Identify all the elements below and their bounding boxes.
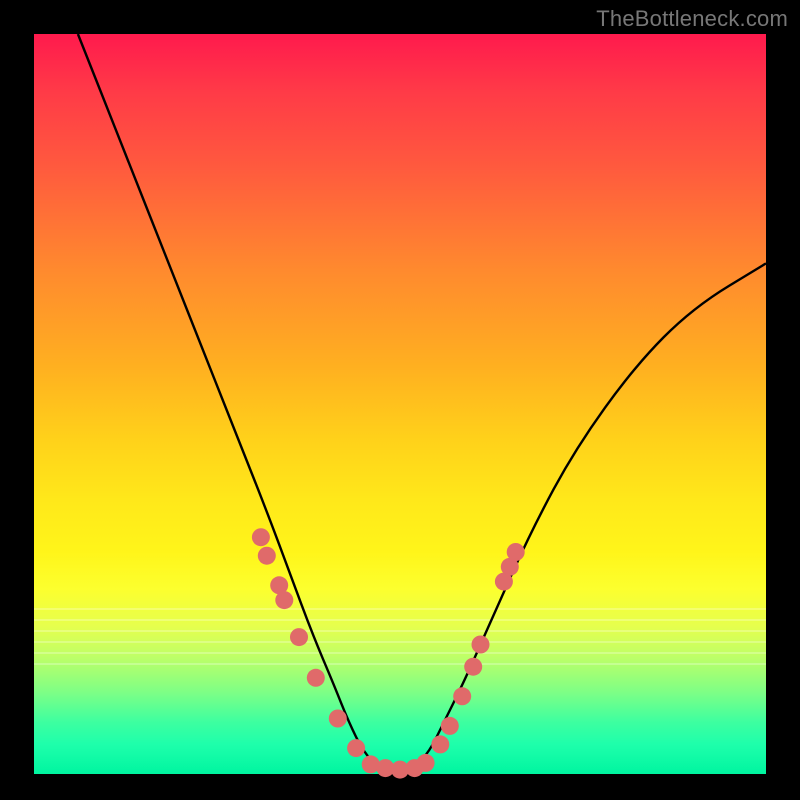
curve-marker-dot	[441, 717, 459, 735]
curve-marker-dot	[431, 735, 449, 753]
chart-svg	[34, 34, 766, 774]
curve-marker-dot	[290, 628, 308, 646]
curve-marker-dot	[347, 739, 365, 757]
outer-frame: TheBottleneck.com	[0, 0, 800, 800]
curve-marker-dot	[275, 591, 293, 609]
curve-marker-dot	[453, 687, 471, 705]
curve-marker-dot	[464, 658, 482, 676]
curve-marker-dot	[472, 636, 490, 654]
curve-marker-dot	[252, 528, 270, 546]
curve-marker-dot	[507, 543, 525, 561]
curve-markers	[252, 528, 525, 778]
curve-marker-dot	[307, 669, 325, 687]
bottleneck-curve	[78, 34, 766, 769]
plot-area	[34, 34, 766, 774]
watermark-text: TheBottleneck.com	[596, 6, 788, 32]
curve-marker-dot	[258, 547, 276, 565]
curve-marker-dot	[329, 710, 347, 728]
curve-marker-dot	[417, 754, 435, 772]
